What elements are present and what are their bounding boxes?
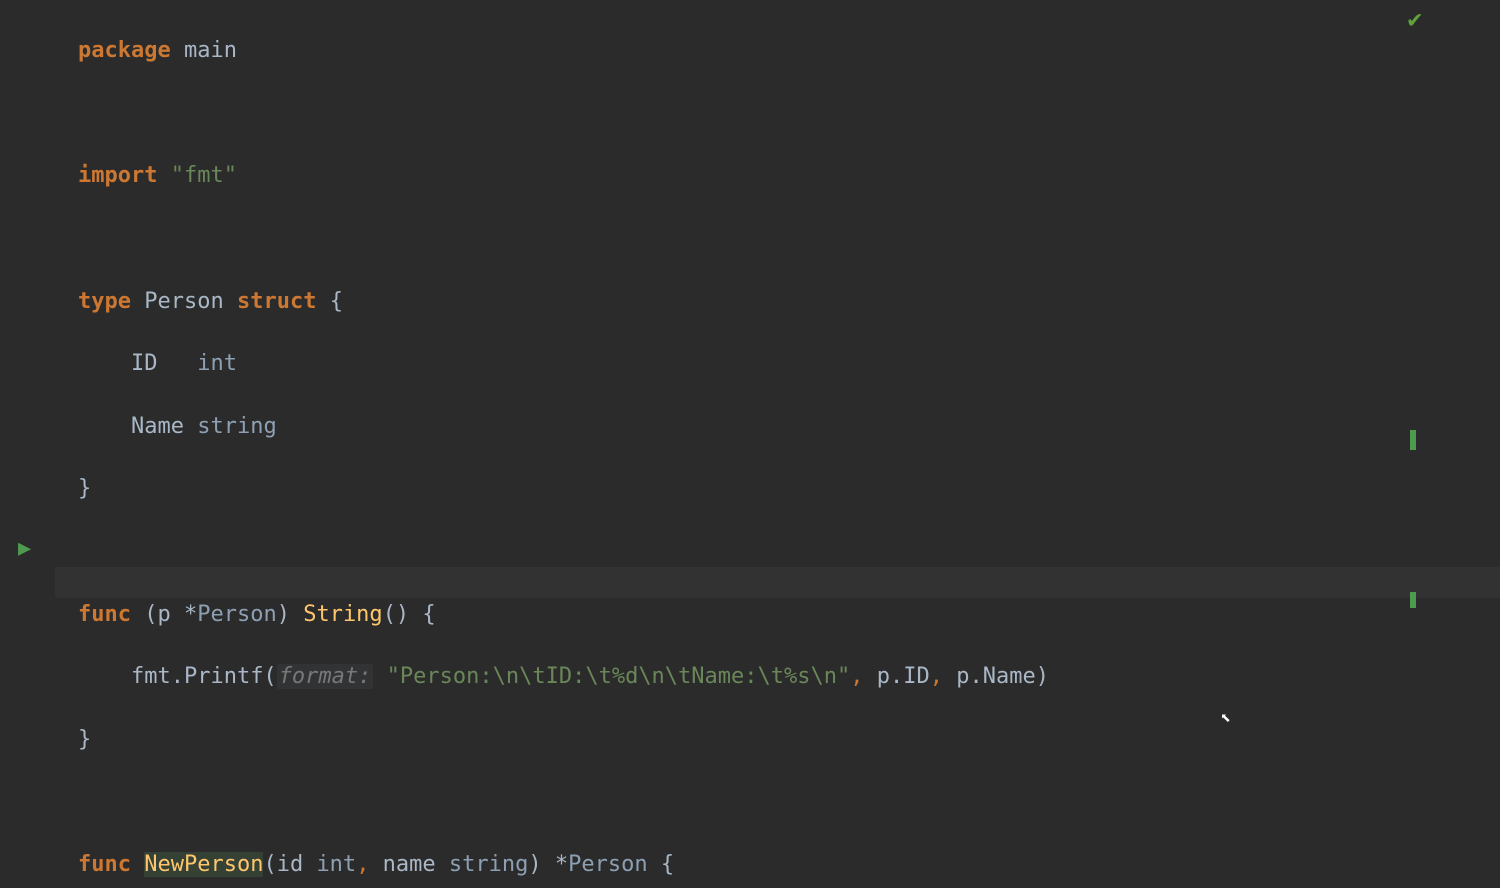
type-name: Person <box>144 289 223 314</box>
keyword-import: import <box>78 163 157 188</box>
keyword-func: func <box>78 602 131 627</box>
indent <box>78 664 131 689</box>
comma: , <box>930 664 943 689</box>
scrollbar-track[interactable] <box>1418 0 1500 888</box>
code-line[interactable]: Name string <box>78 411 1049 442</box>
keyword-func: func <box>78 852 131 877</box>
return-type: Person <box>568 852 647 877</box>
code-line[interactable]: ID int <box>78 348 1049 379</box>
brace: { <box>648 852 675 877</box>
code-editor[interactable]: ▶ ✔ package main import "fmt" type Perso… <box>0 0 1500 888</box>
vcs-change-marker[interactable] <box>1410 430 1416 450</box>
field-name: ID <box>131 351 197 376</box>
code-line[interactable] <box>78 786 1049 817</box>
code-line[interactable]: type Person struct { <box>78 286 1049 317</box>
string-literal: "Person:\n\tID:\t%d\n\tName:\t%s\n" <box>387 664 851 689</box>
func-name: String <box>303 602 382 627</box>
field-type: string <box>197 414 276 439</box>
brace: { <box>330 289 343 314</box>
code-line[interactable]: import "fmt" <box>78 160 1049 191</box>
code-line[interactable]: func NewPerson(id int, name string) *Per… <box>78 849 1049 880</box>
arg: p.Name) <box>943 664 1049 689</box>
brace: } <box>78 476 91 501</box>
import-path: "fmt" <box>171 163 237 188</box>
keyword-package: package <box>78 38 171 63</box>
code-line[interactable]: fmt.Printf(format: "Person:\n\tID:\t%d\n… <box>78 661 1049 692</box>
param-type: string <box>449 852 528 877</box>
field-type: int <box>197 351 237 376</box>
package-name: main <box>184 38 237 63</box>
sig: ) * <box>528 852 568 877</box>
keyword-type: type <box>78 289 131 314</box>
brace: } <box>78 727 91 752</box>
call: fmt.Printf( <box>131 664 277 689</box>
code-line[interactable]: } <box>78 724 1049 755</box>
code-line[interactable] <box>78 98 1049 129</box>
code-line[interactable] <box>78 536 1049 567</box>
code-area[interactable]: package main import "fmt" type Person st… <box>78 4 1049 888</box>
receiver-open: (p * <box>131 602 197 627</box>
field-name: Name <box>131 414 197 439</box>
comma: , <box>850 664 863 689</box>
mouse-cursor-icon: ⬉ <box>1220 708 1231 729</box>
space <box>373 664 386 689</box>
receiver-close: ) <box>277 602 304 627</box>
arg: p.ID <box>864 664 930 689</box>
comma: , <box>356 852 369 877</box>
analysis-ok-icon[interactable]: ✔ <box>1408 5 1422 33</box>
param-type: int <box>316 852 356 877</box>
space <box>131 852 144 877</box>
code-line[interactable]: func (p *Person) String() { <box>78 599 1049 630</box>
func-name: NewPerson <box>144 852 263 877</box>
indent <box>78 414 131 439</box>
code-line[interactable] <box>78 223 1049 254</box>
sig: name <box>369 852 448 877</box>
receiver-type: Person <box>197 602 276 627</box>
code-line[interactable]: package main <box>78 35 1049 66</box>
gutter: ▶ <box>0 0 55 888</box>
sig: (id <box>263 852 316 877</box>
vcs-change-marker[interactable] <box>1410 592 1416 608</box>
func-sig: () { <box>383 602 436 627</box>
code-line[interactable]: } <box>78 473 1049 504</box>
param-hint: format: <box>277 664 374 689</box>
keyword-struct: struct <box>237 289 316 314</box>
run-icon[interactable]: ▶ <box>18 536 31 561</box>
indent <box>78 351 131 376</box>
